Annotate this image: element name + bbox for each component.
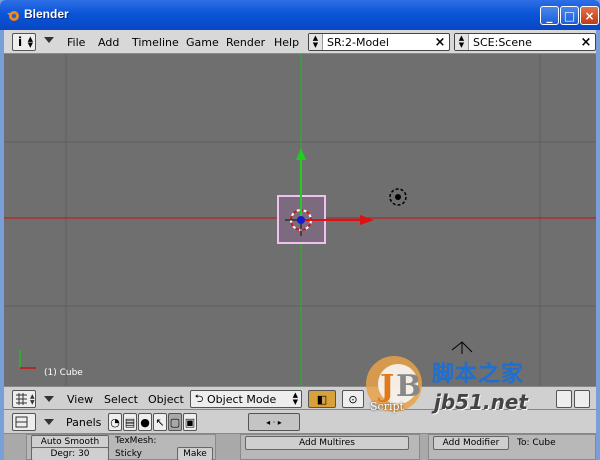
svg-text:▼: ▼	[30, 399, 35, 406]
collapse-buttons-menu-icon[interactable]	[44, 419, 54, 425]
menu-file[interactable]: File	[67, 36, 85, 49]
watermark-site-name: 脚本之家	[432, 361, 525, 387]
object-mode-icon: ⮌	[194, 391, 204, 405]
object-context-button[interactable]: ↖	[153, 413, 167, 431]
minimize-button[interactable]: _	[540, 6, 559, 25]
menu-select[interactable]: Select	[104, 393, 138, 406]
frame-step-arrows-icon: ◂ · ▸	[266, 417, 282, 427]
svg-text:B: B	[396, 369, 421, 404]
solid-cube-icon: ◧	[316, 392, 328, 406]
add-multires-button[interactable]: Add Multires	[245, 436, 409, 450]
frame-stepper[interactable]: ◂ · ▸	[248, 413, 300, 431]
draw-type-button[interactable]: ◧	[308, 390, 336, 408]
shading-context-button[interactable]: ●	[138, 413, 152, 431]
texmesh-label: TexMesh:	[115, 436, 157, 446]
site-watermark: J B 脚本之家 jb51.net Script	[360, 348, 580, 420]
info-icon: i	[18, 35, 23, 49]
sticky-label: Sticky	[115, 449, 142, 459]
screen-selector[interactable]: ▲ ▼ SR:2-Model ×	[308, 33, 450, 51]
x-arrow-icon[interactable]	[360, 215, 374, 225]
mode-label: Object Mode	[207, 392, 277, 406]
collapse-menu-icon[interactable]	[44, 37, 54, 43]
window-title: Blender	[24, 7, 69, 21]
menu-game[interactable]: Game	[186, 36, 219, 49]
delete-scene-button[interactable]: ×	[578, 34, 594, 50]
delete-screen-button[interactable]: ×	[432, 34, 448, 50]
close-window-button[interactable]: ×	[580, 6, 599, 25]
scene-image-icon: ▣	[184, 415, 196, 429]
mesh-panel: Auto Smooth Degr: 30 TexMesh: Sticky Mak…	[26, 434, 216, 460]
scene-spin-icon[interactable]: ▲ ▼	[455, 34, 469, 50]
mode-selector[interactable]: ⮌ Object Mode ▲ ▼	[190, 390, 302, 408]
logic-icon: ◔	[110, 415, 120, 429]
pivot-icon: ⊙	[348, 392, 358, 406]
modifiers-panel: Add Modifier To: Cube	[428, 434, 596, 460]
watermark-script-label: Script	[370, 400, 404, 413]
grid-icon: ▲ ▼	[16, 393, 35, 406]
degr-field[interactable]: Degr: 30	[31, 447, 109, 460]
add-modifier-button[interactable]: Add Modifier	[433, 436, 509, 450]
active-object-label: (1) Cube	[44, 368, 83, 378]
window-titlebar: Blender _ □ ×	[0, 0, 600, 30]
editor-type-button[interactable]: i ▲ ▼	[12, 33, 36, 51]
blender-logo-icon	[7, 11, 19, 21]
multires-panel: Add Multires	[240, 434, 420, 460]
menu-add[interactable]: Add	[98, 36, 119, 49]
object-axis-icon: ↖	[155, 415, 165, 429]
scene-context-button[interactable]: ▣	[183, 413, 197, 431]
editing-context-button[interactable]: ▢	[168, 413, 182, 431]
menu-help[interactable]: Help	[274, 36, 299, 49]
chevron-updown-icon: ▲ ▼	[292, 391, 298, 406]
view-axis-indicator	[19, 350, 36, 369]
script-icon: ▤	[124, 415, 136, 429]
menu-view[interactable]: View	[67, 393, 93, 406]
viewport-canvas[interactable]	[4, 54, 596, 386]
buttons-editor-selector[interactable]	[12, 413, 36, 431]
panels-label[interactable]: Panels	[66, 416, 101, 429]
menu-render[interactable]: Render	[226, 36, 265, 49]
buttons-window-icon	[15, 416, 28, 428]
maximize-button[interactable]: □	[560, 6, 579, 25]
editor-type-selector[interactable]: ▲ ▼	[12, 390, 36, 408]
shading-sphere-icon: ●	[140, 415, 150, 429]
svg-text:J: J	[377, 369, 394, 404]
scene-selector[interactable]: ▲ ▼ SCE:Scene ×	[454, 33, 596, 51]
make-sticky-button[interactable]: Make	[177, 447, 213, 460]
logic-context-button[interactable]: ◔	[108, 413, 122, 431]
collapse-view-menu-icon[interactable]	[44, 396, 54, 402]
menu-object[interactable]: Object	[148, 393, 184, 406]
script-context-button[interactable]: ▤	[123, 413, 137, 431]
y-arrow-icon[interactable]	[296, 148, 306, 160]
lamp-icon[interactable]	[389, 188, 407, 206]
screen-spin-icon[interactable]: ▲ ▼	[309, 34, 323, 50]
pivot-point-icon[interactable]	[297, 216, 305, 224]
screen-name[interactable]: SR:2-Model	[323, 36, 432, 49]
menu-timeline[interactable]: Timeline	[132, 36, 179, 49]
editing-square-icon: ▢	[169, 415, 181, 429]
watermark-url: jb51.net	[434, 390, 528, 414]
scene-name[interactable]: SCE:Scene	[469, 36, 578, 49]
info-header: i ▲ ▼ File Add Timeline Game Render Help …	[4, 30, 596, 54]
3d-viewport[interactable]: (1) Cube	[4, 54, 596, 386]
modifier-target-label: To: Cube	[517, 438, 556, 448]
chevron-updown-icon: ▲ ▼	[27, 35, 33, 49]
